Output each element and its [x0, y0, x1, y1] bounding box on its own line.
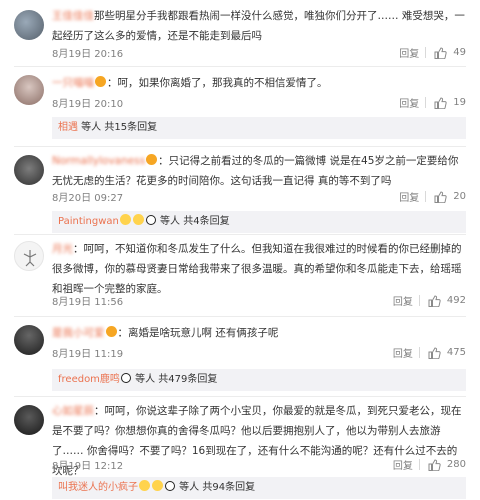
- stick-figure-icon: [23, 250, 37, 267]
- panda-emoji-icon: [145, 215, 156, 225]
- comment-body: ：离婚是啥玩意儿啊 还有俩孩子呢: [117, 327, 279, 339]
- comment-username[interactable]: Normallylovaness: [52, 155, 145, 167]
- reply-count-link[interactable]: 等人 共94条回复: [176, 482, 255, 493]
- comment-5: 是我小可爱 ：离婚是啥玩意儿啊 还有俩孩子呢 8月19日 11:19 回复 475…: [0, 317, 480, 395]
- thumbs-up-icon[interactable]: [428, 294, 441, 307]
- reply-button[interactable]: 回复: [399, 95, 419, 110]
- comment-actions: 回复 49: [399, 45, 466, 60]
- comment-text: 是我小可爱 ：离婚是啥玩意儿啊 还有俩孩子呢: [52, 323, 466, 343]
- divider: [425, 97, 427, 108]
- thumbs-up-icon[interactable]: [428, 458, 441, 471]
- like-count: 20: [453, 191, 466, 202]
- comment-body: 那些明星分手我都跟看热闹一样没什么感觉，唯独你们分开了…… 难受想哭，一起经历了…: [52, 10, 465, 42]
- comment-text: Normallylovaness ：只记得之前看过的冬瓜的一篇微博 说是在45岁之…: [52, 151, 466, 191]
- reply-button[interactable]: 回复: [399, 189, 419, 204]
- comment-body: ：呵，如果你离婚了，那我真的不相信爱情了。: [107, 77, 328, 89]
- replies-summary[interactable]: freedom鹿鸣 等人 共479条回复: [52, 369, 466, 391]
- reply-button[interactable]: 回复: [399, 45, 419, 60]
- comment-actions: 回复 492: [393, 293, 466, 308]
- comment-username[interactable]: 王佳佳佳: [52, 10, 94, 22]
- comment-actions: 回复 280: [393, 457, 466, 472]
- vip-badge-icon: [105, 326, 117, 337]
- comment-time: 8月19日 11:19: [52, 349, 124, 360]
- comment-6: 心如星辰：呵呵，你说这辈子除了两个小宝贝，你最爱的就是冬瓜，到死只爱老公，现在是…: [0, 397, 480, 500]
- reply-count-link[interactable]: 等人 共15条回复: [78, 122, 157, 133]
- comment-time: 8月20日 09:27: [52, 193, 124, 204]
- comment-username[interactable]: 一只喵喵: [52, 77, 94, 89]
- divider: [418, 459, 420, 470]
- comment-actions: 回复 19: [399, 95, 466, 110]
- thumbs-up-icon[interactable]: [428, 346, 441, 359]
- comment-body: ：呵呵，不知道你和冬瓜发生了什么。但我知道在我很难过的时候看的你已经删掉的很多微…: [52, 243, 462, 295]
- reply-button[interactable]: 回复: [393, 345, 413, 360]
- vip-badge-icon: [95, 76, 106, 87]
- avatar[interactable]: [14, 155, 44, 185]
- comment-text: 一只喵喵 ：呵，如果你离婚了，那我真的不相信爱情了。: [52, 73, 466, 93]
- divider: [418, 347, 420, 358]
- divider: [425, 191, 427, 202]
- comment-4: 月光：呵呵，不知道你和冬瓜发生了什么。但我知道在我很难过的时候看的你已经删掉的很…: [0, 235, 480, 317]
- divider: [425, 47, 427, 58]
- reply-button[interactable]: 回复: [393, 293, 413, 308]
- heart-eyes-emoji-icon: [119, 214, 131, 225]
- comment-username[interactable]: 是我小可爱: [52, 327, 105, 339]
- panda-emoji-icon: [165, 481, 175, 491]
- comment-actions: 回复 475: [393, 345, 466, 360]
- comment-text: 王佳佳佳那些明星分手我都跟看热闹一样没什么感觉，唯独你们分开了…… 难受想哭，一…: [52, 6, 466, 46]
- replies-summary[interactable]: 相遇 等人 共15条回复: [52, 117, 466, 139]
- reply-user-link[interactable]: freedom鹿鸣: [58, 374, 120, 385]
- reply-user-link[interactable]: 叫我迷人的小疯子: [58, 482, 138, 493]
- reply-user-link[interactable]: 相遇: [58, 122, 78, 133]
- comment-time: 8月19日 20:10: [52, 99, 124, 110]
- thumbs-up-icon[interactable]: [434, 96, 447, 109]
- replies-summary[interactable]: 叫我迷人的小疯子 等人 共94条回复: [52, 477, 466, 499]
- panda-emoji-icon: [120, 373, 131, 383]
- avatar[interactable]: [14, 241, 44, 271]
- like-count: 19: [453, 97, 466, 108]
- vip-badge-icon: [146, 154, 158, 165]
- avatar[interactable]: [14, 75, 44, 105]
- comment-time: 8月19日 20:16: [52, 49, 124, 60]
- comment-time: 8月19日 11:56: [52, 297, 124, 308]
- thumbs-up-icon[interactable]: [434, 46, 447, 59]
- heart-eyes-emoji-icon: [139, 480, 150, 491]
- like-count: 49: [453, 47, 466, 58]
- comment-1: 王佳佳佳那些明星分手我都跟看热闹一样没什么感觉，唯独你们分开了…… 难受想哭，一…: [0, 0, 480, 66]
- avatar[interactable]: [14, 325, 44, 355]
- comment-actions: 回复 20: [399, 189, 466, 204]
- avatar[interactable]: [14, 10, 44, 40]
- reply-user-link[interactable]: Paintingwan: [58, 216, 119, 227]
- like-count: 492: [446, 295, 466, 306]
- divider: [418, 295, 420, 306]
- reply-button[interactable]: 回复: [393, 457, 413, 472]
- reply-count-link[interactable]: 等人 共4条回复: [157, 216, 230, 227]
- face-emoji-icon: [132, 214, 144, 225]
- like-count: 280: [446, 459, 466, 470]
- comment-text: 月光：呵呵，不知道你和冬瓜发生了什么。但我知道在我很难过的时候看的你已经删掉的很…: [52, 239, 466, 299]
- comment-2: 一只喵喵 ：呵，如果你离婚了，那我真的不相信爱情了。 8月19日 20:10 回复…: [0, 67, 480, 145]
- comment-time: 8月19日 12:12: [52, 461, 124, 472]
- like-count: 475: [446, 347, 466, 358]
- comment-username[interactable]: 月光: [52, 243, 73, 255]
- comment-username[interactable]: 心如星辰: [52, 405, 94, 417]
- comment-3: Normallylovaness ：只记得之前看过的冬瓜的一篇微博 说是在45岁之…: [0, 147, 480, 233]
- thumbs-up-icon[interactable]: [434, 190, 447, 203]
- avatar[interactable]: [14, 405, 44, 435]
- face-emoji-icon: [152, 480, 163, 491]
- replies-summary[interactable]: Paintingwan 等人 共4条回复: [52, 211, 466, 233]
- reply-count-link[interactable]: 等人 共479条回复: [132, 374, 217, 385]
